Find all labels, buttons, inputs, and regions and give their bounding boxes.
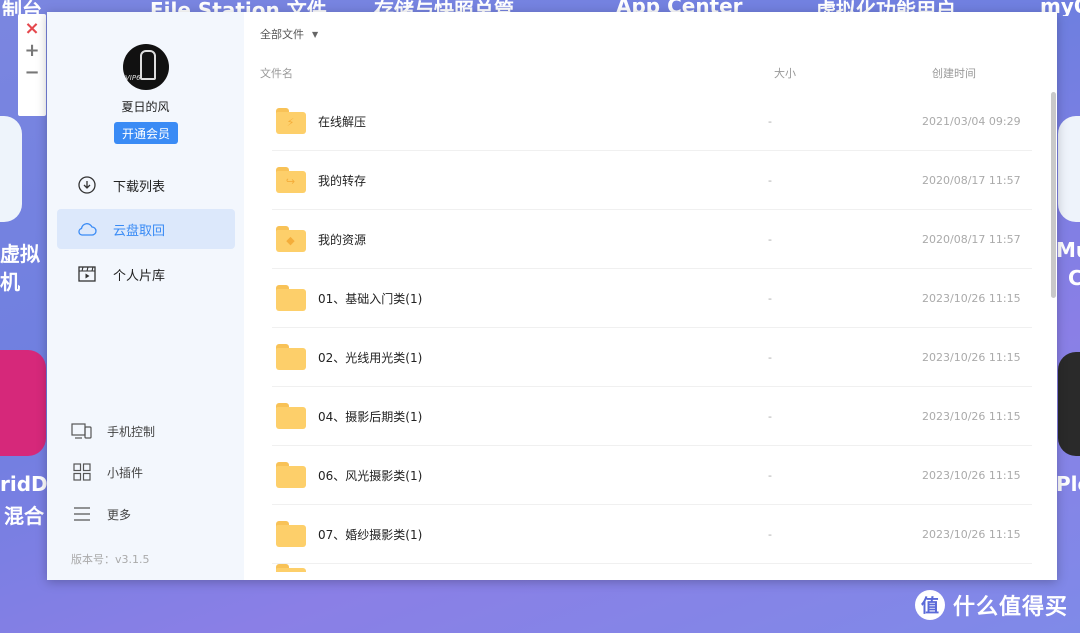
folder-icon (276, 564, 306, 572)
file-name: 04、摄影后期类(1) (318, 409, 423, 424)
phone-control-item[interactable]: 手机控制 (71, 419, 155, 443)
watermark-text: 什么值得买 (952, 595, 1068, 620)
plugin-grid-icon (71, 462, 93, 482)
plugin-item[interactable]: 小插件 (71, 460, 143, 484)
file-row[interactable]: 06、风光摄影类(1) - 2023/10/26 11:15 (272, 446, 1032, 505)
file-list: ⚡ 在线解压 - 2021/03/04 09:29 ↪ 我的转存 - 2020/… (272, 92, 1032, 574)
desktop-app-icon[interactable] (1058, 116, 1080, 222)
nav-item-label: 个人片库 (113, 268, 166, 284)
desktop-app-icon[interactable] (0, 350, 46, 456)
folder-icon (276, 521, 306, 547)
file-row[interactable]: ◆ 我的资源 - 2020/08/17 11:57 (272, 210, 1032, 269)
watermark: 值 什么值得买 (914, 589, 1068, 621)
app-window: VIP6 夏日的风 开通会员 下载列表 云盘取回 个人片库 手机控制 小插件 更… (47, 12, 1057, 580)
desktop-app-label: C (1068, 266, 1080, 290)
file-size: - (768, 232, 772, 246)
file-created-time: 2023/10/26 11:15 (922, 527, 1021, 541)
desktop-app-icon[interactable] (0, 116, 22, 222)
nav-item-cloud-retrieve[interactable]: 云盘取回 (57, 209, 235, 249)
file-row[interactable]: ↪ 我的转存 - 2020/08/17 11:57 (272, 151, 1032, 210)
file-name: 01、基础入门类(1) (318, 291, 423, 306)
scrollbar-thumb[interactable] (1051, 92, 1056, 298)
nav-item-label: 云盘取回 (113, 223, 166, 239)
column-header-name[interactable]: 文件名 (260, 65, 293, 81)
file-list-panel: 全部文件 ▼ 文件名 大小 创建时间 ⚡ 在线解压 - 2021/03/04 0… (244, 12, 1057, 580)
file-name: 在线解压 (318, 114, 367, 129)
avatar[interactable]: VIP6 (123, 44, 169, 90)
maximize-icon[interactable]: + (24, 42, 39, 60)
file-row[interactable]: 01、基础入门类(1) - 2023/10/26 11:15 (272, 269, 1032, 328)
file-created-time: 2023/10/26 11:15 (922, 409, 1021, 423)
more-label: 更多 (107, 507, 132, 522)
cloud-icon (77, 219, 97, 239)
phone-control-label: 手机控制 (107, 424, 156, 439)
file-created-time: 2021/03/04 09:29 (922, 114, 1021, 128)
phone-control-icon (71, 421, 93, 441)
file-size: - (768, 114, 772, 128)
file-name: 07、婚纱摄影类(1) (318, 527, 423, 542)
file-size: - (768, 409, 772, 423)
desktop-app-label: Mu (1056, 238, 1080, 262)
file-size: - (768, 527, 772, 541)
more-item[interactable]: 更多 (71, 502, 131, 526)
file-row[interactable]: 07、婚纱摄影类(1) - 2023/10/26 11:15 (272, 505, 1032, 564)
file-created-time: 2023/10/26 11:15 (922, 291, 1021, 305)
file-row[interactable]: 02、光线用光类(1) - 2023/10/26 11:15 (272, 328, 1032, 387)
file-created-time: 2020/08/17 11:57 (922, 232, 1021, 246)
avatar-figure-icon (140, 50, 156, 80)
file-size: - (768, 291, 772, 305)
desktop-app-label: 虚拟 (0, 242, 40, 266)
file-size: - (768, 173, 772, 187)
file-name: 06、风光摄影类(1) (318, 468, 423, 483)
plugin-label: 小插件 (107, 465, 144, 480)
file-name: 我的转存 (318, 173, 367, 188)
avatar-vip-badge: VIP6 (125, 74, 141, 82)
caret-down-icon: ▼ (312, 29, 319, 39)
menu-icon (71, 504, 93, 524)
close-icon[interactable]: × (24, 20, 39, 38)
vip-button[interactable]: 开通会员 (114, 122, 178, 144)
sidebar: VIP6 夏日的风 开通会员 下载列表 云盘取回 个人片库 手机控制 小插件 更… (47, 12, 244, 580)
file-size: - (768, 468, 772, 482)
version-label: 版本号：v3.1.5 (71, 553, 150, 566)
file-created-time: 2023/10/26 11:15 (922, 468, 1021, 482)
folder-icon (276, 344, 306, 370)
file-row[interactable]: ⚡ 在线解压 - 2021/03/04 09:29 (272, 92, 1032, 151)
desktop-app-label: 混合 (4, 504, 44, 528)
scrollbar[interactable] (1049, 12, 1057, 580)
file-name: 我的资源 (318, 232, 367, 247)
download-icon (77, 175, 97, 195)
file-created-time: 2023/10/26 11:15 (922, 350, 1021, 364)
desktop-app-label: 机 (0, 270, 20, 294)
folder-icon (276, 285, 306, 311)
nav-item-personal-library[interactable]: 个人片库 (57, 254, 235, 294)
nav-item-label: 下载列表 (113, 179, 166, 195)
folder-icon: ↪ (276, 167, 306, 193)
file-size: - (768, 350, 772, 364)
minimize-icon[interactable]: − (24, 64, 39, 82)
file-row[interactable]: 04、摄影后期类(1) - 2023/10/26 11:15 (272, 387, 1032, 446)
desktop-app-label: Plo (1056, 472, 1080, 496)
nav-item-download-list[interactable]: 下载列表 (57, 165, 235, 205)
folder-icon (276, 462, 306, 488)
desktop-app-icon[interactable] (1058, 352, 1080, 456)
file-row-partial[interactable] (272, 564, 1032, 574)
file-name: 02、光线用光类(1) (318, 350, 423, 365)
username: 夏日的风 (121, 100, 170, 114)
column-header-created[interactable]: 创建时间 (932, 65, 976, 81)
folder-icon (276, 403, 306, 429)
window-controls: × + − (18, 14, 46, 116)
watermark-logo-icon: 值 (914, 590, 945, 620)
column-header-size[interactable]: 大小 (774, 65, 796, 81)
video-library-icon (77, 264, 97, 284)
folder-icon: ⚡ (276, 108, 306, 134)
folder-icon: ◆ (276, 226, 306, 252)
file-filter-dropdown[interactable]: 全部文件 ▼ (260, 26, 318, 42)
file-filter-label: 全部文件 (260, 28, 304, 41)
file-created-time: 2020/08/17 11:57 (922, 173, 1021, 187)
